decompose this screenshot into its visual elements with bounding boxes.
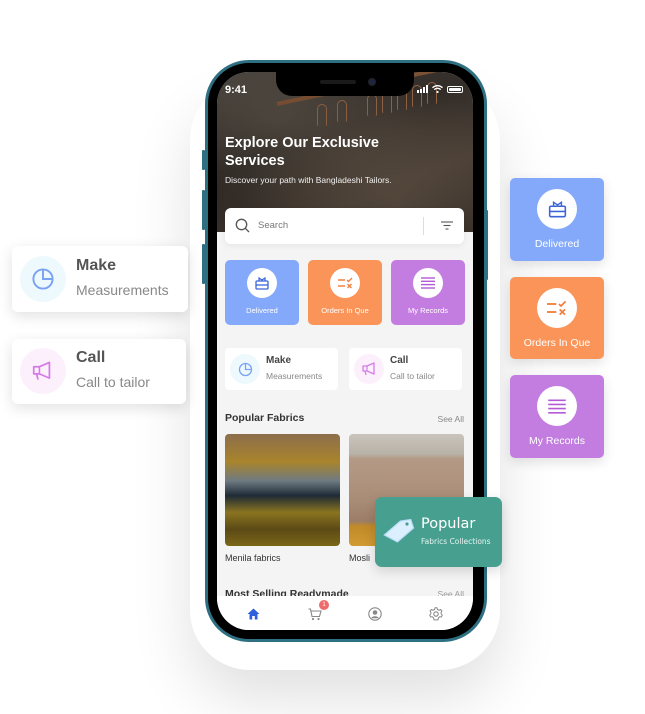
popular-collections-card[interactable]: Popular Fabrics Collections [375, 497, 502, 567]
floating-icon-circle [20, 348, 66, 394]
floating-card-orders-in-que[interactable]: Orders In Que [510, 277, 604, 359]
status-icons [417, 85, 463, 93]
quick-action-icon-circle [354, 354, 384, 384]
home-icon [247, 608, 259, 620]
fabric-label: Menila fabrics [225, 553, 281, 563]
hero-title: Explore Our Exclusive Services [225, 135, 379, 169]
category-icon-circle [330, 268, 360, 298]
cart-badge: 1 [319, 600, 329, 610]
floating-card-title: Call [76, 349, 106, 366]
fabric-image-menila[interactable] [225, 434, 340, 546]
battery-icon [447, 85, 463, 93]
list-lines-icon [548, 398, 566, 414]
floating-card-subtitle: Call to tailor [76, 374, 150, 390]
nav-cart[interactable]: 1 [305, 600, 329, 624]
category-my-records[interactable]: My Records [391, 260, 465, 325]
quick-action-title: Call [390, 355, 409, 366]
signal-icon [417, 85, 428, 93]
floating-card-make-measurements[interactable]: Make Measurements [12, 246, 188, 312]
nav-profile[interactable] [365, 604, 385, 624]
nav-settings[interactable] [426, 604, 446, 624]
category-icon-circle [413, 268, 443, 298]
floating-icon-circle [20, 256, 66, 302]
quick-action-make-measurements[interactable]: Make Measurements [225, 348, 338, 390]
floating-card-label: My Records [528, 435, 585, 447]
section-title-popular-fabrics: Popular Fabrics [225, 412, 305, 424]
fabric-label: Mosli [349, 553, 371, 563]
floating-card-label: Delivered [534, 238, 580, 250]
popular-card-subtitle: Fabrics Collections [421, 537, 491, 546]
checklist-icon [337, 277, 352, 289]
floating-card-delivered[interactable]: Delivered [510, 178, 604, 261]
floating-card-title: Make [76, 257, 117, 274]
quick-action-subtitle: Call to tailor [390, 371, 435, 381]
category-label: Orders In Que [321, 306, 369, 315]
floating-card-call-tailor[interactable]: Call Call to tailor [12, 339, 186, 404]
front-camera [368, 78, 376, 86]
cart-icon [308, 607, 322, 620]
search-icon [235, 218, 250, 233]
bottom-nav: 1 [217, 596, 473, 630]
category-icon-circle [247, 268, 277, 298]
floating-icon-circle [537, 189, 577, 229]
gift-box-icon [548, 200, 566, 217]
search-input[interactable]: Search [258, 220, 288, 231]
nav-home[interactable] [243, 604, 263, 624]
quick-action-icon-circle [230, 354, 260, 384]
megaphone-icon [361, 362, 375, 376]
megaphone-icon [32, 361, 51, 380]
search-bar[interactable]: Search [225, 208, 464, 244]
floating-icon-circle [537, 386, 577, 426]
popular-card-title: Popular [421, 516, 476, 532]
floating-card-subtitle: Measurements [76, 282, 169, 298]
user-icon [368, 607, 382, 621]
status-time: 9:41 [225, 84, 248, 96]
list-lines-icon [421, 277, 435, 289]
phone-notch [276, 72, 414, 96]
category-label: Delivered [246, 306, 278, 315]
quick-action-call-tailor[interactable]: Call Call to tailor [349, 348, 462, 390]
quick-action-title: Make [266, 355, 292, 366]
hero-subtitle: Discover your path with Bangladeshi Tail… [225, 175, 392, 185]
pie-chart-icon [238, 362, 252, 376]
price-tag-icon [383, 518, 415, 543]
quick-action-subtitle: Measurements [266, 371, 323, 381]
see-all-popular-fabrics[interactable]: See All [438, 414, 464, 424]
checklist-icon [547, 300, 567, 316]
category-label: My Records [407, 306, 448, 315]
wifi-icon [432, 85, 443, 93]
gear-icon [429, 607, 443, 621]
floating-card-my-records[interactable]: My Records [510, 375, 604, 458]
search-divider [423, 217, 424, 235]
gift-box-icon [255, 276, 269, 290]
speaker-grille [320, 80, 356, 84]
floating-icon-circle [537, 288, 577, 328]
category-orders-in-que[interactable]: Orders In Que [308, 260, 382, 325]
floating-card-label: Orders In Que [523, 337, 591, 349]
category-delivered[interactable]: Delivered [225, 260, 299, 325]
pie-chart-icon [32, 268, 54, 290]
filter-icon[interactable] [441, 221, 453, 230]
